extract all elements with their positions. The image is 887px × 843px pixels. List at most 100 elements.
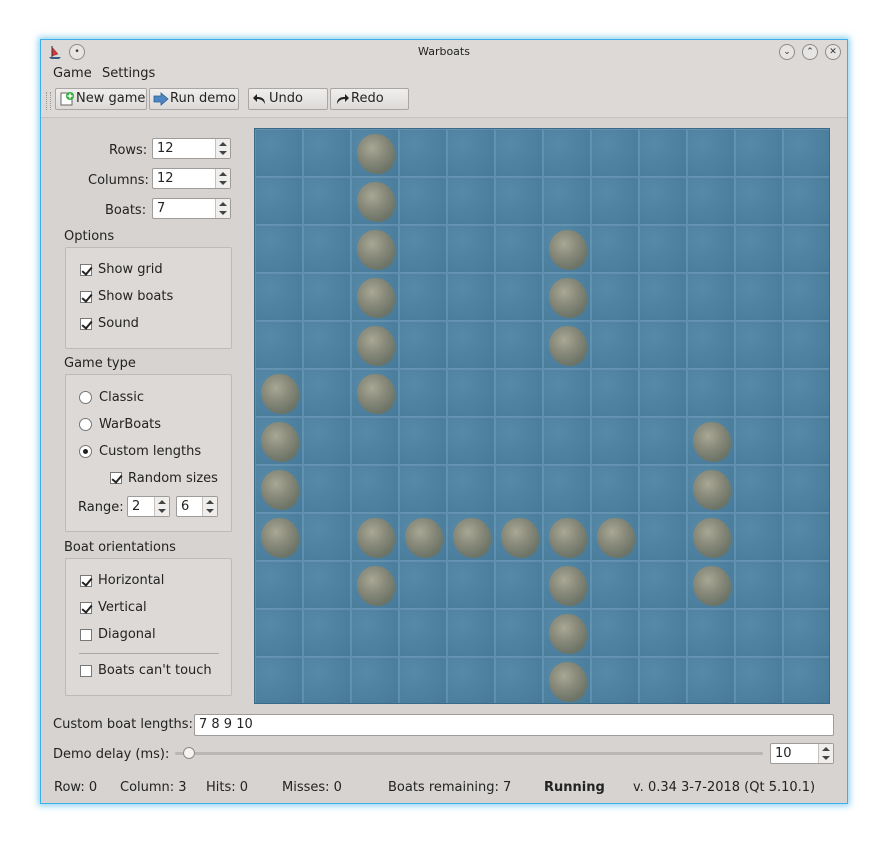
show-boats-label[interactable]: Show boats: [98, 289, 173, 304]
sound-checkbox[interactable]: [80, 318, 92, 330]
maximize-button[interactable]: ⌃: [802, 44, 818, 60]
board-cell[interactable]: [303, 657, 351, 703]
board-cell[interactable]: [303, 561, 351, 609]
board-cell[interactable]: [351, 465, 399, 513]
board-cell[interactable]: [399, 465, 447, 513]
board-cell[interactable]: [351, 657, 399, 703]
board-cell[interactable]: [687, 177, 735, 225]
board-cell[interactable]: [351, 273, 399, 321]
board-cell[interactable]: [591, 609, 639, 657]
demo-delay-slider-handle[interactable]: [182, 747, 195, 759]
board-cell[interactable]: [735, 417, 783, 465]
board-cell[interactable]: [735, 465, 783, 513]
board-cell[interactable]: [255, 273, 303, 321]
board-cell[interactable]: [783, 561, 829, 609]
board-cell[interactable]: [303, 225, 351, 273]
board-cell[interactable]: [255, 369, 303, 417]
demo-delay-spinbox[interactable]: 10: [770, 743, 834, 764]
board-cell[interactable]: [783, 225, 829, 273]
undo-button[interactable]: Undo: [248, 88, 328, 110]
classic-radio[interactable]: [79, 391, 92, 404]
board-cell[interactable]: [399, 657, 447, 703]
board-cell[interactable]: [543, 369, 591, 417]
board-cell[interactable]: [543, 657, 591, 703]
board-cell[interactable]: [447, 321, 495, 369]
horizontal-checkbox[interactable]: [80, 575, 92, 587]
board-cell[interactable]: [687, 225, 735, 273]
board-cell[interactable]: [639, 513, 687, 561]
demo-delay-slider-track[interactable]: [175, 752, 763, 755]
menu-game[interactable]: Game: [53, 66, 92, 81]
board-cell[interactable]: [783, 609, 829, 657]
board-cell[interactable]: [399, 273, 447, 321]
warboats-label[interactable]: WarBoats: [99, 417, 161, 432]
demo-delay-stepper[interactable]: [818, 744, 833, 763]
board-cell[interactable]: [351, 177, 399, 225]
board-cell[interactable]: [687, 561, 735, 609]
board-cell[interactable]: [543, 465, 591, 513]
diagonal-checkbox[interactable]: [80, 629, 92, 641]
board-cell[interactable]: [447, 609, 495, 657]
boats-value[interactable]: 7: [157, 201, 165, 216]
run-demo-button[interactable]: Run demo: [149, 88, 239, 110]
redo-button[interactable]: Redo: [330, 88, 409, 110]
board-cell[interactable]: [639, 417, 687, 465]
board-cell[interactable]: [783, 129, 829, 177]
range-min-value[interactable]: 2: [132, 499, 140, 514]
toolbar-handle[interactable]: [46, 92, 51, 110]
board-cell[interactable]: [639, 225, 687, 273]
board-cell[interactable]: [639, 273, 687, 321]
board-cell[interactable]: [495, 657, 543, 703]
board-cell[interactable]: [591, 513, 639, 561]
board-cell[interactable]: [639, 609, 687, 657]
board-cell[interactable]: [255, 129, 303, 177]
board-cell[interactable]: [543, 561, 591, 609]
minimize-button[interactable]: ⌄: [779, 44, 795, 60]
board-cell[interactable]: [639, 177, 687, 225]
board-cell[interactable]: [687, 609, 735, 657]
board-cell[interactable]: [399, 129, 447, 177]
board-cell[interactable]: [543, 177, 591, 225]
vertical-checkbox[interactable]: [80, 602, 92, 614]
board-cell[interactable]: [495, 129, 543, 177]
board-cell[interactable]: [447, 129, 495, 177]
board-cell[interactable]: [495, 417, 543, 465]
horizontal-label[interactable]: Horizontal: [98, 573, 164, 588]
board-cell[interactable]: [639, 657, 687, 703]
boats-spinbox[interactable]: 7: [152, 198, 231, 219]
board-cell[interactable]: [783, 369, 829, 417]
range-max-stepper[interactable]: [202, 497, 217, 516]
board-cell[interactable]: [351, 417, 399, 465]
board-cell[interactable]: [735, 609, 783, 657]
board-cell[interactable]: [591, 561, 639, 609]
board-cell[interactable]: [639, 369, 687, 417]
board-cell[interactable]: [735, 225, 783, 273]
columns-spinbox[interactable]: 12: [152, 168, 231, 189]
custom-lengths-input[interactable]: 7 8 9 10: [194, 714, 834, 736]
board-cell[interactable]: [351, 225, 399, 273]
show-grid-label[interactable]: Show grid: [98, 262, 163, 277]
board-cell[interactable]: [591, 177, 639, 225]
diagonal-label[interactable]: Diagonal: [98, 627, 156, 642]
board-cell[interactable]: [735, 273, 783, 321]
board-cell[interactable]: [735, 513, 783, 561]
board-cell[interactable]: [543, 513, 591, 561]
board-cell[interactable]: [591, 417, 639, 465]
board-cell[interactable]: [303, 129, 351, 177]
vertical-label[interactable]: Vertical: [98, 600, 147, 615]
board-cell[interactable]: [303, 177, 351, 225]
board-cell[interactable]: [399, 609, 447, 657]
board-cell[interactable]: [687, 465, 735, 513]
columns-stepper[interactable]: [215, 169, 230, 188]
board-cell[interactable]: [399, 417, 447, 465]
board-cell[interactable]: [303, 369, 351, 417]
close-button[interactable]: ✕: [825, 44, 841, 60]
board-cell[interactable]: [591, 369, 639, 417]
board-cell[interactable]: [543, 225, 591, 273]
board-cell[interactable]: [447, 465, 495, 513]
boats-stepper[interactable]: [215, 199, 230, 218]
board-cell[interactable]: [447, 513, 495, 561]
board-cell[interactable]: [591, 273, 639, 321]
board-cell[interactable]: [399, 225, 447, 273]
board-cell[interactable]: [303, 609, 351, 657]
